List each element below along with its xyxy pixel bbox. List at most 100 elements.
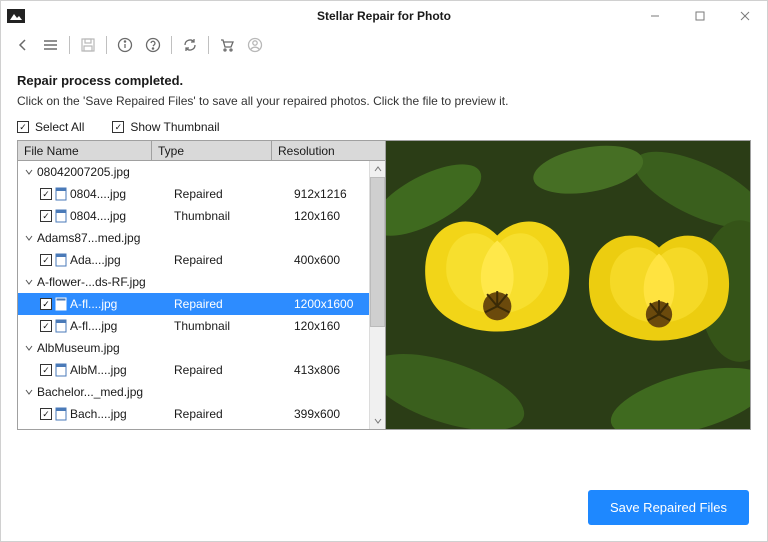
toolbar-separator — [208, 36, 209, 54]
checkbox-icon[interactable]: ✓ — [40, 254, 52, 266]
toolbar — [1, 31, 767, 59]
column-type[interactable]: Type — [152, 141, 272, 160]
item-res: 400x600 — [290, 253, 369, 267]
minimize-button[interactable] — [632, 1, 677, 31]
item-res: 399x600 — [290, 407, 369, 421]
image-file-icon — [55, 363, 67, 377]
checkbox-icon[interactable]: ✓ — [40, 320, 52, 332]
item-name: 0804....jpg — [70, 209, 126, 223]
item-res: 413x806 — [290, 363, 369, 377]
item-name: 0804....jpg — [70, 187, 126, 201]
image-file-icon — [55, 209, 67, 223]
chevron-down-icon — [24, 388, 34, 396]
tree-item-selected[interactable]: ✓ A-fl....jpg Repaired 1200x1600 — [18, 293, 369, 315]
file-grid: File Name Type Resolution 08042007205.jp… — [18, 141, 386, 429]
image-preview — [386, 141, 750, 429]
item-name: Bach....jpg — [70, 407, 127, 421]
save-repaired-files-button[interactable]: Save Repaired Files — [588, 490, 749, 525]
group-name: Bachelor..._med.jpg — [37, 385, 143, 399]
tree-item[interactable]: ✓ Ada....jpg Repaired 400x600 — [18, 249, 369, 271]
toolbar-separator — [69, 36, 70, 54]
tree-item[interactable]: ✓A-fl....jpg Thumbnail 120x160 — [18, 315, 369, 337]
vertical-scrollbar[interactable] — [369, 161, 385, 429]
tree-group[interactable]: Adams87...med.jpg — [18, 227, 369, 249]
window-controls — [632, 1, 767, 31]
group-name: AlbMuseum.jpg — [37, 341, 120, 355]
grid-header: File Name Type Resolution — [18, 141, 385, 161]
item-res: 120x160 — [290, 209, 369, 223]
options-row: ✓ Select All ✓ Show Thumbnail — [17, 120, 751, 134]
image-file-icon — [55, 253, 67, 267]
maximize-button[interactable] — [677, 1, 722, 31]
split-pane: File Name Type Resolution 08042007205.jp… — [17, 140, 751, 430]
scroll-down-icon[interactable] — [370, 413, 385, 429]
help-icon[interactable] — [139, 33, 167, 57]
app-logo — [1, 1, 31, 31]
chevron-down-icon — [24, 168, 34, 176]
tree-group[interactable]: background.jpg — [18, 425, 369, 429]
tree-group[interactable]: 08042007205.jpg — [18, 161, 369, 183]
item-type: Repaired — [170, 363, 290, 377]
image-file-icon — [55, 407, 67, 421]
chevron-down-icon — [24, 278, 34, 286]
scroll-up-icon[interactable] — [370, 161, 385, 177]
info-icon[interactable] — [111, 33, 139, 57]
item-type: Repaired — [170, 187, 290, 201]
item-name: AlbM....jpg — [70, 363, 127, 377]
checkbox-icon[interactable]: ✓ — [40, 364, 52, 376]
toolbar-separator — [171, 36, 172, 54]
tree-group[interactable]: Bachelor..._med.jpg — [18, 381, 369, 403]
item-res: 120x160 — [290, 319, 369, 333]
scroll-track[interactable] — [370, 327, 385, 413]
titlebar: Stellar Repair for Photo — [1, 1, 767, 31]
save-icon[interactable] — [74, 33, 102, 57]
menu-button[interactable] — [37, 33, 65, 57]
close-button[interactable] — [722, 1, 767, 31]
grid-body: 08042007205.jpg ✓ 0804....jpg Repaired 91… — [18, 161, 369, 429]
content-area: Repair process completed. Click on the '… — [1, 59, 767, 478]
select-all-checkbox[interactable]: ✓ Select All — [17, 120, 84, 134]
user-icon[interactable] — [241, 33, 269, 57]
checkbox-icon: ✓ — [17, 121, 29, 133]
column-resolution[interactable]: Resolution — [272, 141, 385, 160]
page-subtitle: Click on the 'Save Repaired Files' to sa… — [17, 94, 751, 108]
footer: Save Repaired Files — [1, 478, 767, 541]
tree-group[interactable]: A-flower-...ds-RF.jpg — [18, 271, 369, 293]
back-button[interactable] — [9, 33, 37, 57]
checkbox-icon[interactable]: ✓ — [40, 408, 52, 420]
refresh-icon[interactable] — [176, 33, 204, 57]
cart-icon[interactable] — [213, 33, 241, 57]
item-type: Thumbnail — [170, 319, 290, 333]
group-name: Adams87...med.jpg — [37, 231, 140, 245]
image-file-icon — [55, 319, 67, 333]
tree-item[interactable]: ✓ 0804....jpg Thumbnail 120x160 — [18, 205, 369, 227]
checkbox-icon[interactable]: ✓ — [40, 188, 52, 200]
checkbox-icon[interactable]: ✓ — [40, 298, 52, 310]
item-type: Repaired — [170, 253, 290, 267]
show-thumbnail-checkbox[interactable]: ✓ Show Thumbnail — [112, 120, 219, 134]
tree-item[interactable]: ✓ 0804....jpg Repaired 912x1216 — [18, 183, 369, 205]
tree-item[interactable]: ✓ AlbM....jpg Repaired 413x806 — [18, 359, 369, 381]
item-res: 912x1216 — [290, 187, 369, 201]
item-type: Thumbnail — [170, 209, 290, 223]
item-name: Ada....jpg — [70, 253, 121, 267]
group-name: A-flower-...ds-RF.jpg — [37, 275, 146, 289]
select-all-label: Select All — [35, 120, 84, 134]
tree-item[interactable]: ✓ Bach....jpg Repaired 399x600 — [18, 403, 369, 425]
chevron-down-icon — [24, 234, 34, 242]
show-thumbnail-label: Show Thumbnail — [130, 120, 219, 134]
checkbox-icon: ✓ — [112, 121, 124, 133]
page-title: Repair process completed. — [17, 73, 751, 88]
tree-group[interactable]: AlbMuseum.jpg — [18, 337, 369, 359]
checkbox-icon[interactable]: ✓ — [40, 210, 52, 222]
scroll-thumb[interactable] — [370, 177, 385, 327]
item-type: Repaired — [170, 407, 290, 421]
item-res: 1200x1600 — [290, 297, 369, 311]
chevron-down-icon — [24, 344, 34, 352]
item-name: A-fl....jpg — [70, 297, 117, 311]
app-window: Stellar Repair for Photo Repair process … — [0, 0, 768, 542]
image-file-icon — [55, 297, 67, 311]
image-file-icon — [55, 187, 67, 201]
item-type: Repaired — [170, 297, 290, 311]
column-file-name[interactable]: File Name — [18, 141, 152, 160]
